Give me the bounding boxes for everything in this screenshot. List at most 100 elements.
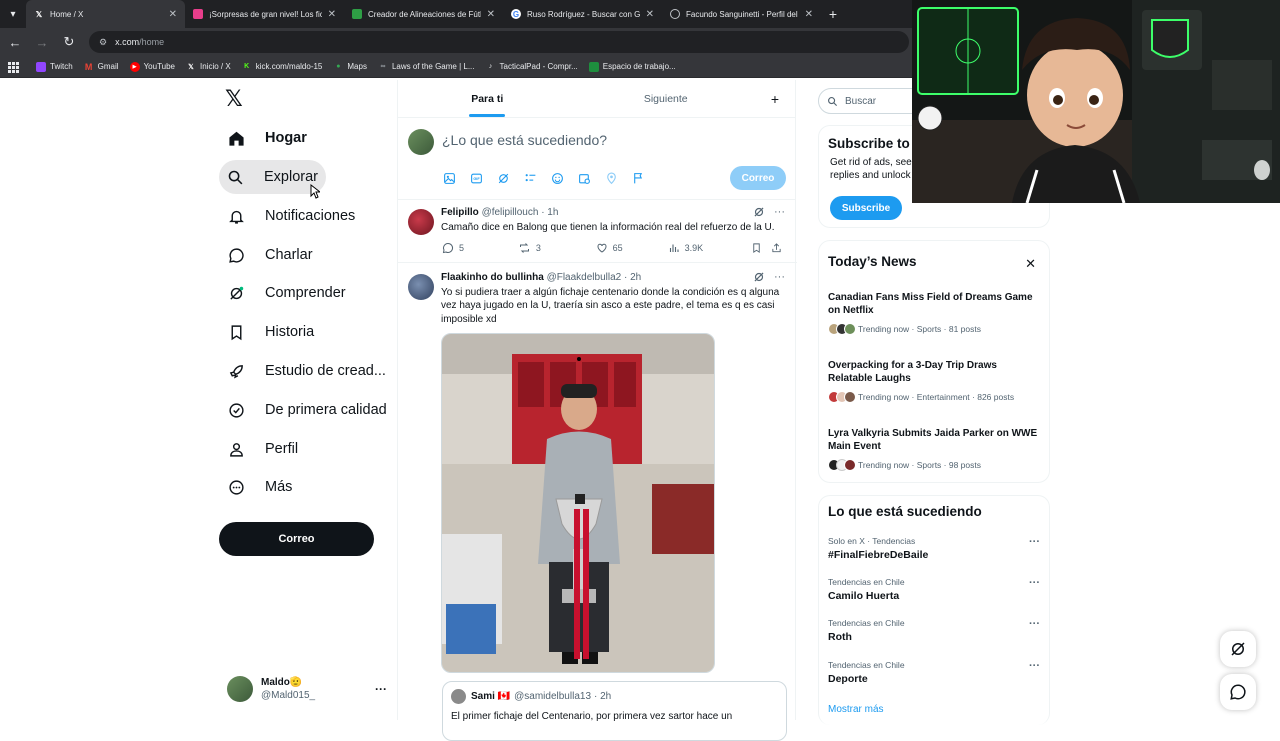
youtube-icon: ▶	[129, 61, 140, 72]
tweet-author-name[interactable]: Felipillo	[441, 207, 479, 218]
x-logo-icon: 𝕏	[188, 63, 194, 71]
close-tab-icon[interactable]: ✕	[169, 9, 177, 20]
bookmark-gmail[interactable]: M Gmail	[84, 62, 119, 72]
nav-item-bookmarks[interactable]: Historia	[219, 315, 322, 349]
grok-icon[interactable]	[494, 169, 512, 187]
reply-button[interactable]: 5	[441, 241, 518, 255]
news-item[interactable]: Overpacking for a 3-Day Trip Draws Relat…	[828, 359, 1040, 403]
search-icon	[827, 95, 839, 107]
bookmark-workspace[interactable]: Espacio de trabajo...	[588, 61, 676, 72]
grok-icon[interactable]	[752, 270, 766, 284]
address-bar[interactable]: ⚙ x.com/home	[89, 31, 909, 53]
flag-icon[interactable]	[629, 169, 647, 187]
nav-item-grok[interactable]: Comprender	[219, 276, 354, 310]
compose-input[interactable]: ¿Lo que está sucediendo?	[442, 132, 607, 148]
trend-item[interactable]: Solo en X · Tendencias #FinalFiebreDeBai…	[828, 536, 1040, 561]
repost-count: 3	[535, 243, 541, 253]
site-info-icon[interactable]: ⚙	[99, 37, 107, 48]
subscribe-button[interactable]: Subscribe	[830, 196, 902, 220]
x-logo-icon[interactable]: 𝕏	[225, 89, 247, 111]
trend-item[interactable]: Tendencias en Chile Deporte ···	[828, 660, 1040, 685]
close-tab-icon[interactable]: ✕	[487, 9, 495, 20]
browser-tab[interactable]: 𝕏 Home / X ✕	[26, 0, 185, 28]
reload-icon[interactable]: ↻	[57, 30, 81, 54]
tweet-author-handle[interactable]: @felipillouch	[482, 207, 539, 218]
more-horizontal-icon[interactable]: ···	[1029, 660, 1040, 672]
nav-item-home[interactable]: Hogar	[219, 121, 315, 155]
trend-item[interactable]: Tendencias en Chile Roth ···	[828, 618, 1040, 643]
news-item[interactable]: Lyra Valkyria Submits Jaida Parker on WW…	[828, 427, 1040, 471]
nav-item-creator-studio[interactable]: Estudio de cread...	[219, 354, 394, 388]
news-item[interactable]: Canadian Fans Miss Field of Dreams Game …	[828, 291, 1040, 335]
bookmark-kick[interactable]: Kkick.com/maldo-15	[242, 62, 322, 72]
tweet-time[interactable]: · 2h	[624, 272, 641, 283]
browser-tab[interactable]: Facundo Sanguinetti - Perfil del ✕	[662, 0, 821, 28]
post-button[interactable]: Correo	[219, 522, 374, 556]
bookmark-label: Maps	[347, 62, 367, 71]
tweet-author-name[interactable]: Flaakinho do bullinha	[441, 272, 544, 283]
share-button[interactable]	[769, 241, 787, 255]
bookmark-button[interactable]	[749, 241, 769, 255]
browser-tab[interactable]: ¡Sorpresas de gran nivel! Los fic ✕	[185, 0, 344, 28]
nav-item-chat[interactable]: Charlar	[219, 238, 321, 272]
more-horizontal-icon[interactable]: ···	[774, 271, 785, 283]
more-horizontal-icon[interactable]: ···	[1029, 536, 1040, 548]
tweet-author-handle[interactable]: @Flaakdelbulla2	[547, 272, 622, 283]
more-horizontal-icon[interactable]: ···	[375, 682, 387, 696]
grok-icon[interactable]	[752, 205, 766, 219]
account-switcher[interactable]: Maldo🫡 @Mald015_ ···	[227, 674, 387, 704]
bookmark-youtube[interactable]: ▶ YouTube	[129, 61, 175, 72]
emoji-icon[interactable]	[548, 169, 566, 187]
compose-post-button[interactable]: Correo	[730, 166, 786, 190]
add-tab-plus-icon[interactable]: +	[755, 80, 795, 117]
close-tab-icon[interactable]: ✕	[805, 9, 813, 20]
browser-tab[interactable]: Creador de Alineaciones de Fútb ✕	[344, 0, 503, 28]
tweet[interactable]: Flaakinho do bullinha @Flaakdelbulla2 · …	[398, 266, 797, 741]
gif-icon[interactable]: GIF	[467, 169, 485, 187]
more-circle-icon	[227, 478, 245, 496]
views-button[interactable]: 3.9K	[667, 241, 750, 255]
twitch-icon	[36, 61, 46, 72]
forward-arrow-icon[interactable]: →	[30, 30, 54, 54]
location-pin-icon[interactable]	[602, 169, 620, 187]
chat-icon	[227, 246, 245, 264]
new-tab-plus-icon[interactable]: +	[821, 0, 845, 28]
tweet-time[interactable]: · 1h	[541, 207, 558, 218]
nav-item-notifications[interactable]: Notificaciones	[219, 199, 363, 233]
bookmark-laws[interactable]: ∞ Laws of the Game | L...	[378, 62, 474, 72]
nav-item-premium[interactable]: De primera calidad	[219, 393, 395, 427]
close-tab-icon[interactable]: ✕	[646, 9, 654, 20]
close-tab-icon[interactable]: ✕	[328, 9, 336, 20]
avatar[interactable]	[408, 209, 434, 235]
poll-icon[interactable]	[521, 169, 539, 187]
tweet-photo[interactable]	[441, 333, 715, 673]
bookmark-tacticalpad[interactable]: ♪ TacticalPad - Compr...	[486, 62, 578, 72]
tab-following[interactable]: Siguiente	[577, 80, 756, 117]
browser-tab[interactable]: G Ruso Rodríguez - Buscar con Go ✕	[503, 0, 662, 28]
messages-floating-button[interactable]	[1220, 674, 1256, 710]
like-button[interactable]: 65	[595, 241, 667, 255]
repost-button[interactable]: 3	[518, 241, 595, 255]
nav-item-profile[interactable]: Perfil	[219, 432, 306, 466]
tab-search-icon[interactable]: ▾	[0, 0, 26, 28]
apps-grid-icon[interactable]	[6, 60, 20, 74]
more-horizontal-icon[interactable]: ···	[1029, 618, 1040, 630]
tweet[interactable]: Felipillo @felipillouch · 1h ··· Camaño …	[398, 201, 797, 263]
tab-for-you[interactable]: Para ti	[398, 80, 577, 117]
close-icon[interactable]: ✕	[1025, 256, 1036, 272]
nav-item-more[interactable]: Más	[219, 470, 300, 504]
avatar[interactable]	[408, 274, 434, 300]
grok-floating-button[interactable]	[1220, 631, 1256, 667]
bookmark-label: TacticalPad - Compr...	[499, 62, 578, 71]
more-horizontal-icon[interactable]: ···	[774, 206, 785, 218]
bookmark-twitch[interactable]: Twitch	[36, 61, 73, 72]
image-icon[interactable]	[440, 169, 458, 187]
bookmark-inicio-x[interactable]: 𝕏 Inicio / X	[186, 62, 231, 72]
more-horizontal-icon[interactable]: ···	[1029, 577, 1040, 589]
bookmark-maps[interactable]: ● Maps	[333, 62, 367, 72]
schedule-icon[interactable]	[575, 169, 593, 187]
quoted-tweet[interactable]: Sami 🇨🇦 @samidelbulla13 · 2h El primer f…	[442, 681, 787, 741]
trend-item[interactable]: Tendencias en Chile Camilo Huerta ···	[828, 577, 1040, 602]
back-arrow-icon[interactable]: ←	[3, 30, 27, 54]
show-more-link[interactable]: Mostrar más	[828, 704, 884, 715]
